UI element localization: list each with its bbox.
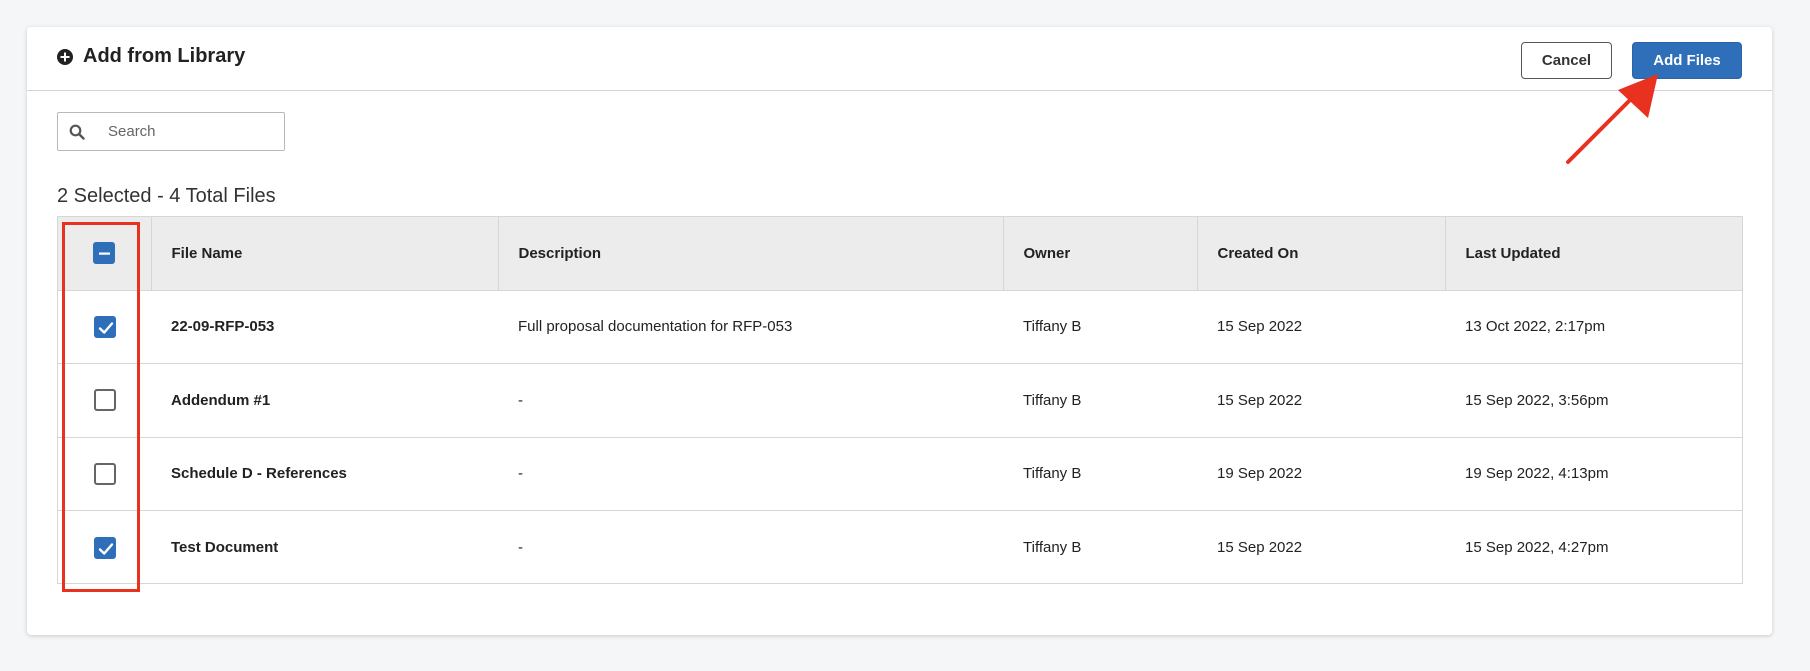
last-updated-cell: 13 Oct 2022, 2:17pm — [1465, 318, 1606, 336]
description-cell: - — [518, 539, 523, 556]
title-text: Add from Library — [83, 45, 246, 67]
minus-icon — [99, 252, 111, 255]
column-header-last-updated[interactable]: Last Updated — [1444, 217, 1742, 290]
row-checkbox[interactable] — [93, 462, 116, 485]
checkmark-icon — [98, 322, 113, 334]
row-select-cell — [58, 364, 151, 438]
file-name-cell: Schedule D - References — [171, 465, 347, 483]
file-name-cell: 22-09-RFP-053 — [171, 318, 275, 336]
row-checkbox[interactable] — [93, 389, 116, 412]
search-box[interactable] — [57, 112, 285, 151]
created-on-cell: 15 Sep 2022 — [1217, 539, 1303, 556]
row-select-cell — [58, 437, 151, 511]
created-on-cell: 15 Sep 2022 — [1217, 391, 1303, 409]
created-on-cell: 15 Sep 2022 — [1217, 318, 1303, 336]
column-header-description[interactable]: Description — [497, 217, 1003, 290]
owner-cell: Tiffany B — [1023, 539, 1082, 556]
last-updated-cell: 15 Sep 2022, 3:56pm — [1465, 391, 1609, 409]
description-cell: - — [518, 391, 523, 409]
last-updated-cell: 19 Sep 2022, 4:13pm — [1465, 465, 1609, 483]
description-cell: Full proposal documentation for RFP-053 — [518, 318, 793, 336]
file-name-cell: Test Document — [171, 539, 279, 556]
row-select-cell — [58, 511, 151, 585]
panel-header: Add from Library Cancel Add Files — [27, 27, 1772, 91]
table-row[interactable]: Schedule D - References - Tiffany B 19 Sep … — [58, 437, 1742, 511]
table-row[interactable]: Addendum #1 - Tiffany B 15 Sep 2022 15 Sep 2… — [58, 363, 1742, 438]
select-all-checkbox[interactable] — [93, 242, 116, 265]
table-row[interactable]: 22-09-RFP-053 Full proposal documentation… — [58, 290, 1742, 364]
column-header-file-name[interactable]: File Name — [150, 217, 498, 290]
column-header-owner[interactable]: Owner — [1002, 217, 1197, 290]
row-select-cell — [58, 290, 151, 364]
search-input[interactable] — [108, 113, 278, 150]
selection-summary: 2 Selected - 4 Total Files — [57, 185, 276, 207]
checkmark-icon — [98, 542, 113, 555]
created-on-cell: 19 Sep 2022 — [1217, 465, 1303, 483]
row-checkbox[interactable] — [93, 536, 116, 559]
plus-circle-icon — [57, 48, 73, 65]
add-from-library-panel: Add from Library Cancel Add Files 2 Sele… — [27, 27, 1772, 635]
owner-cell: Tiffany B — [1023, 391, 1082, 409]
panel-title: Add from Library — [57, 45, 245, 68]
search-icon — [69, 124, 85, 140]
description-cell: - — [518, 465, 523, 483]
row-checkbox[interactable] — [93, 315, 116, 338]
owner-cell: Tiffany B — [1023, 465, 1082, 483]
cancel-button[interactable]: Cancel — [1521, 42, 1612, 79]
add-files-button[interactable]: Add Files — [1632, 42, 1742, 79]
table-row[interactable]: Test Document - Tiffany B 15 Sep 2022 15 Sep… — [58, 510, 1742, 585]
table-header-row: File Name Description Owner Created On L… — [58, 217, 1742, 290]
file-name-cell: Addendum #1 — [171, 391, 271, 409]
owner-cell: Tiffany B — [1023, 318, 1082, 336]
column-header-created-on[interactable]: Created On — [1196, 217, 1445, 290]
select-all-cell — [58, 217, 151, 290]
last-updated-cell: 15 Sep 2022, 4:27pm — [1465, 539, 1609, 556]
files-table: File Name Description Owner Created On L… — [57, 216, 1743, 584]
